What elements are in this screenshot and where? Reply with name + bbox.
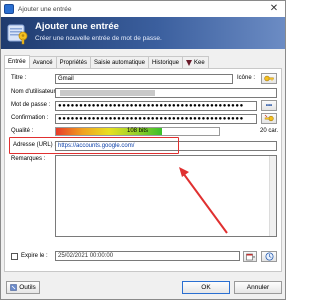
notes-scrollbar[interactable]	[269, 156, 276, 236]
expires-checkbox[interactable]	[11, 253, 18, 260]
expires-label: Expire le :	[21, 253, 48, 259]
tab-saisie-automatique[interactable]: Saisie automatique	[89, 56, 149, 68]
icon-picker-button[interactable]	[261, 73, 277, 84]
notes-label: Remarques :	[11, 156, 46, 162]
icon-label: Icône :	[237, 75, 256, 81]
add-entry-dialog: Ajouter une entrée ✕ Ajouter une entrée …	[0, 0, 286, 300]
banner: Ajouter une entrée Créer une nouvelle en…	[1, 17, 285, 49]
reveal-password-button[interactable]: •••	[261, 100, 277, 111]
ok-button[interactable]: OK	[182, 281, 230, 294]
tab-strip: Entrée Avancé Propriétés Saisie automati…	[4, 55, 209, 68]
tab-avance[interactable]: Avancé	[28, 56, 57, 68]
tab-kee-label: Kee	[194, 59, 205, 66]
tab-entree[interactable]: Entrée	[4, 55, 30, 68]
window-title: Ajouter une entrée	[18, 5, 72, 13]
confirm-label: Confirmation :	[11, 115, 49, 121]
tab-proprietes[interactable]: Propriétés	[55, 56, 91, 68]
tools-icon	[10, 284, 17, 291]
expiry-presets-button[interactable]	[261, 251, 277, 262]
tools-label: Outils	[19, 284, 36, 291]
title-input[interactable]: Gmail	[55, 74, 233, 84]
cancel-button[interactable]: Annuler	[234, 281, 282, 294]
notes-textarea[interactable]	[55, 155, 277, 237]
tools-button[interactable]: Outils	[6, 281, 40, 294]
redacted-username	[60, 90, 155, 96]
banner-subtitle: Créer une nouvelle entrée de mot de pass…	[35, 35, 162, 42]
title-label: Titre :	[11, 75, 27, 81]
tab-kee[interactable]: Kee	[182, 56, 209, 68]
clock-icon	[265, 252, 273, 261]
confirm-input[interactable]: ●●●●●●●●●●●●●●●●●●●●●●●●●●●●●●●●●●●●●●●●…	[55, 114, 257, 124]
calendar-icon	[245, 253, 255, 260]
app-icon	[4, 4, 14, 14]
tab-historique[interactable]: Historique	[148, 56, 184, 68]
calendar-dropdown-button[interactable]	[243, 251, 257, 262]
expires-date-input[interactable]: 25/02/2021 00:00:00	[55, 251, 240, 261]
generate-password-button[interactable]	[261, 113, 277, 124]
quality-meter: 108 bits	[55, 127, 220, 136]
password-label: Mot de passe :	[11, 102, 51, 108]
kee-icon	[186, 59, 193, 66]
url-highlight-box	[9, 137, 179, 154]
close-icon[interactable]: ✕	[267, 3, 281, 15]
password-input[interactable]: ●●●●●●●●●●●●●●●●●●●●●●●●●●●●●●●●●●●●●●●●…	[55, 101, 257, 111]
banner-title: Ajouter une entrée	[35, 21, 119, 32]
key-icon	[264, 75, 274, 82]
quality-label: Qualité :	[11, 128, 34, 134]
entry-panel: Titre : Gmail Icône : Nom d'utilisateur …	[4, 68, 282, 272]
quality-chars: 20 car.	[260, 128, 279, 134]
quality-bits: 108 bits	[126, 128, 148, 134]
keepass-key-icon	[7, 24, 28, 45]
generator-key-icon	[264, 114, 274, 122]
username-label: Nom d'utilisateur :	[11, 89, 59, 95]
title-bar: Ajouter une entrée ✕	[1, 1, 285, 17]
